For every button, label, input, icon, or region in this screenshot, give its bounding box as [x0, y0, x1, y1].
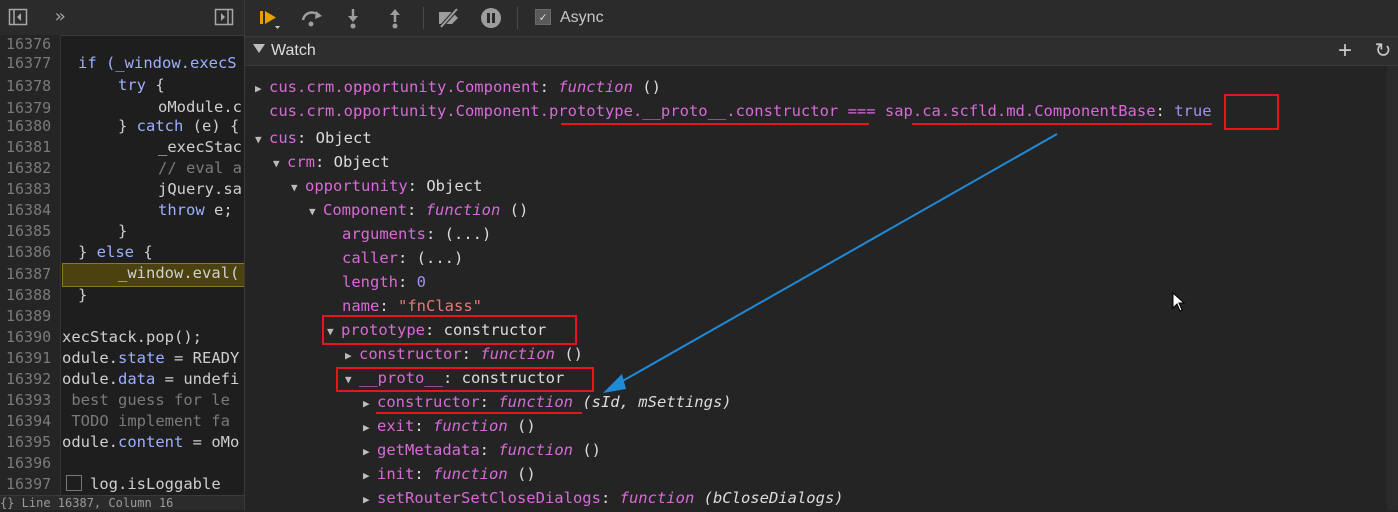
annotation-arrow: [603, 133, 1058, 393]
mouse-cursor-icon: [1172, 292, 1186, 312]
